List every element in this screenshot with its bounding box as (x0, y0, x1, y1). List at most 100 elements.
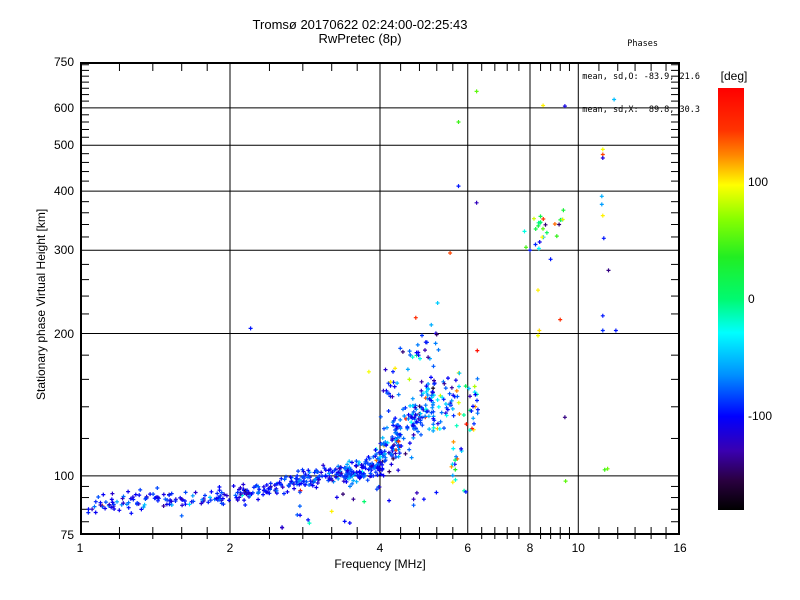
echo-point (133, 492, 138, 497)
echo-point (431, 364, 436, 369)
x-tick-label: 16 (673, 541, 687, 555)
colorbar-tick-label: 100 (748, 174, 769, 189)
echo-point (541, 217, 546, 221)
echo-point (544, 230, 549, 235)
echo-point (541, 226, 545, 231)
echo-point (393, 451, 398, 456)
echo-point (433, 341, 438, 346)
echo-point (86, 507, 91, 512)
echo-point (434, 490, 439, 495)
echo-point (474, 89, 479, 94)
echo-point (472, 421, 476, 426)
echo-point (443, 411, 448, 416)
y-tick-label: 75 (60, 528, 74, 542)
echo-point (403, 451, 408, 456)
echo-point (612, 97, 617, 102)
echo-point (532, 216, 536, 221)
echo-point (217, 488, 222, 493)
echo-point (374, 447, 379, 452)
echo-point (109, 497, 114, 502)
x-tick-label: 10 (571, 541, 585, 555)
echo-point (365, 478, 370, 483)
echo-point (344, 479, 349, 484)
y-tick-label: 500 (53, 138, 74, 153)
echo-point (600, 147, 605, 152)
echo-point (475, 348, 480, 353)
echo-point (471, 416, 476, 421)
echo-point (451, 413, 456, 418)
echo-point (280, 525, 285, 530)
echo-point (421, 497, 426, 502)
echo-point (427, 427, 432, 432)
echo-point (463, 384, 468, 389)
echo-point (414, 490, 419, 495)
echo-point (437, 426, 442, 431)
echo-point (241, 482, 246, 487)
x-tick-label: 4 (376, 541, 384, 555)
echo-point (209, 489, 214, 494)
echo-point (366, 369, 371, 374)
echo-point (600, 328, 605, 333)
echo-point (475, 411, 480, 416)
echo-point (522, 229, 527, 234)
x-tick-label: 6 (464, 541, 472, 555)
echo-point (538, 214, 543, 219)
echo-point (408, 353, 413, 357)
echo-point (446, 376, 450, 381)
echo-point (381, 388, 386, 393)
echo-point (383, 367, 388, 372)
echo-point (435, 301, 440, 305)
echo-point (606, 268, 611, 273)
ionogram-plot-svg (80, 62, 680, 539)
echo-point (413, 315, 418, 320)
echo-point (524, 245, 528, 250)
echo-point (600, 152, 605, 157)
echo-point (203, 493, 207, 498)
echo-point (334, 495, 339, 500)
echo-point (537, 240, 542, 244)
echo-point (613, 328, 618, 333)
echo-point (151, 492, 156, 497)
echo-point (456, 400, 461, 405)
echo-point (206, 500, 211, 505)
echo-point (90, 507, 95, 512)
echo-point (393, 366, 398, 371)
colorbar-tick-label: -100 (748, 409, 773, 424)
echo-point (387, 469, 392, 474)
echo-point (562, 415, 567, 420)
echo-point (348, 484, 352, 489)
y-axis-title: Stationary phase Virtual Height [km] (34, 208, 48, 400)
echo-point (110, 491, 115, 496)
x-tick-label: 2 (226, 541, 234, 555)
echo-point (450, 406, 455, 411)
echo-point (436, 347, 441, 352)
echo-point (92, 504, 97, 509)
echo-point (298, 513, 303, 518)
echo-point (93, 499, 98, 504)
echo-point (231, 484, 236, 488)
echo-point (387, 498, 392, 503)
echo-point (431, 386, 436, 391)
echo-point (400, 349, 405, 354)
echo-point (533, 242, 538, 247)
echo-point (256, 497, 261, 502)
echo-point (398, 346, 403, 351)
echo-point (187, 502, 192, 507)
echo-point (558, 317, 563, 322)
y-tick-label: 750 (53, 55, 74, 69)
echo-point (454, 423, 459, 428)
echo-point (395, 381, 400, 386)
colorbar-tick-label: 0 (748, 292, 755, 306)
echo-point (601, 236, 606, 241)
echo-point (398, 417, 403, 422)
echo-point (319, 470, 324, 475)
echo-point (242, 498, 247, 503)
echo-point (161, 492, 166, 497)
echo-point (429, 322, 434, 327)
echo-point (401, 436, 406, 441)
echo-point (474, 200, 479, 205)
echo-point (279, 476, 284, 481)
echo-point (126, 489, 131, 494)
echo-point (435, 397, 440, 402)
echo-point (453, 467, 458, 472)
